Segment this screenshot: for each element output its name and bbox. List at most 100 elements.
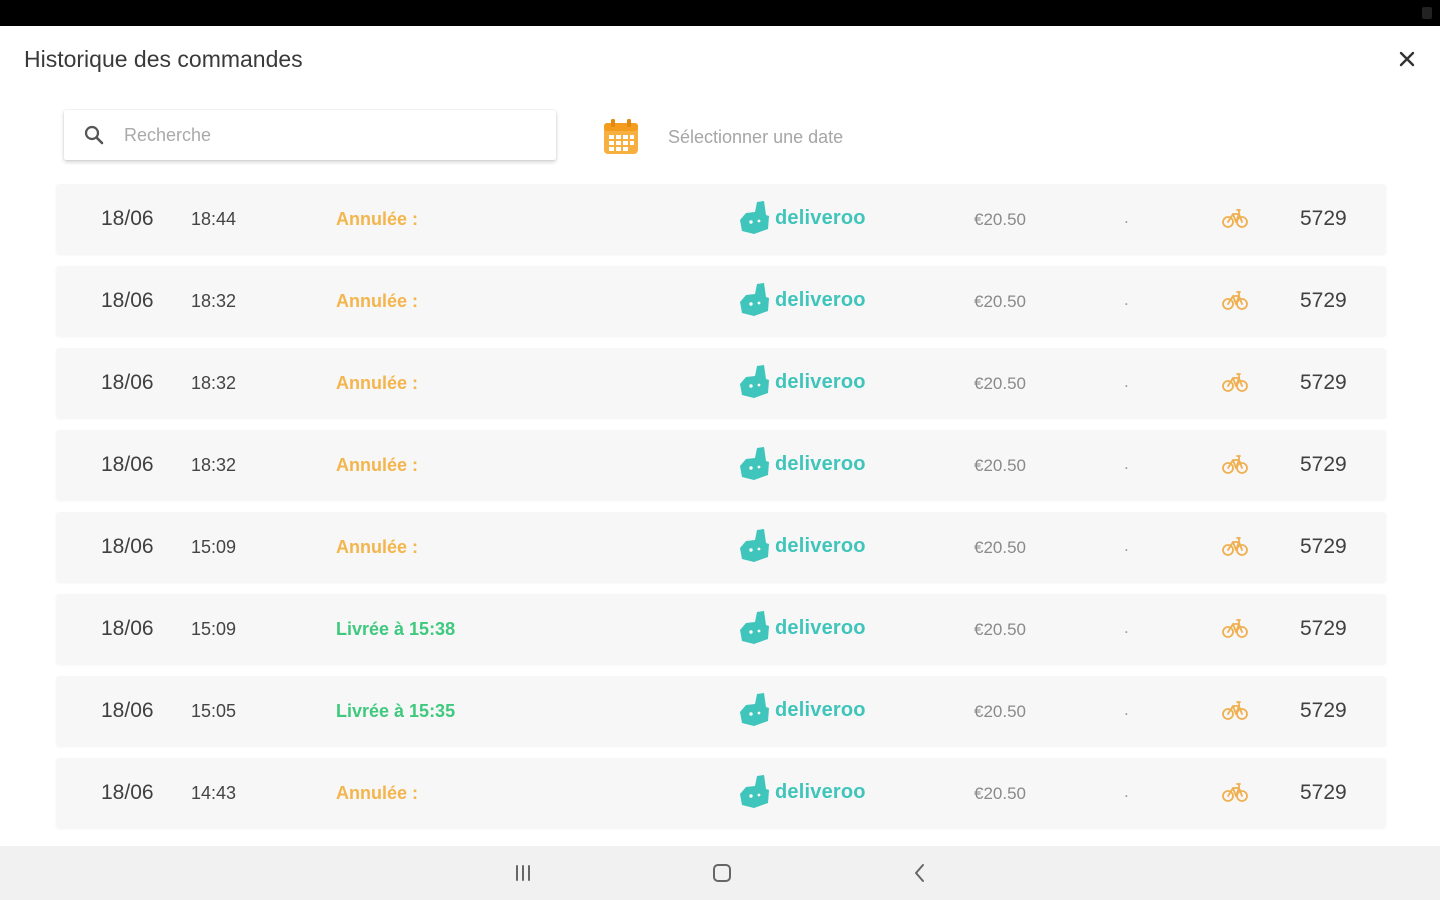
order-row[interactable]: 18/06 18:44 Annulée : deliveroo €20.50 .… — [56, 184, 1386, 254]
provider-logo: deliveroo — [738, 529, 866, 563]
recent-apps-button[interactable] — [508, 858, 538, 888]
order-number: 5729 — [1300, 781, 1347, 804]
order-status: Annulée : — [336, 783, 419, 803]
order-time: 15:09 — [191, 537, 237, 557]
order-time: 15:05 — [191, 701, 237, 721]
order-list: 18/06 18:44 Annulée : deliveroo €20.50 .… — [56, 184, 1386, 840]
deliveroo-icon — [740, 693, 769, 726]
order-status: Annulée : — [336, 291, 419, 311]
back-button[interactable] — [905, 858, 935, 888]
order-number: 5729 — [1300, 535, 1347, 558]
close-button[interactable] — [1392, 44, 1422, 74]
provider-logo: deliveroo — [738, 693, 866, 727]
search-input[interactable] — [124, 110, 544, 160]
order-row[interactable]: 18/06 14:43 Annulée : deliveroo €20.50 .… — [56, 758, 1386, 828]
order-separator: . — [1124, 208, 1129, 227]
deliveroo-icon — [740, 365, 769, 398]
deliveroo-icon — [740, 529, 769, 562]
home-button[interactable] — [707, 858, 737, 888]
order-row[interactable]: 18/06 15:09 Annulée : deliveroo €20.50 .… — [56, 512, 1386, 582]
date-filter-label: Sélectionner une date — [668, 126, 844, 147]
provider-logo: deliveroo — [738, 201, 866, 235]
order-number: 5729 — [1300, 617, 1347, 640]
order-number: 5729 — [1300, 289, 1347, 312]
order-price: €20.50 — [974, 702, 1026, 721]
provider-name: deliveroo — [775, 452, 866, 475]
order-date: 18/06 — [101, 535, 154, 558]
order-number: 5729 — [1300, 453, 1347, 476]
order-date: 18/06 — [101, 371, 154, 394]
order-price: €20.50 — [974, 620, 1026, 639]
bicycle-icon — [1222, 701, 1248, 720]
provider-name: deliveroo — [775, 698, 866, 721]
back-icon — [915, 864, 924, 882]
order-time: 18:32 — [191, 373, 237, 393]
order-separator: . — [1124, 536, 1129, 555]
order-row[interactable]: 18/06 15:05 Livrée à 15:35 deliveroo €20… — [56, 676, 1386, 746]
bicycle-icon — [1222, 209, 1248, 228]
order-number: 5729 — [1300, 207, 1347, 230]
deliveroo-icon — [740, 283, 769, 316]
status-indicator — [1422, 7, 1432, 19]
order-status: Annulée : — [336, 373, 419, 393]
provider-logo: deliveroo — [738, 283, 866, 317]
order-row[interactable]: 18/06 18:32 Annulée : deliveroo €20.50 .… — [56, 430, 1386, 500]
order-date: 18/06 — [101, 289, 154, 312]
order-row[interactable]: 18/06 15:09 Livrée à 15:38 deliveroo €20… — [56, 594, 1386, 664]
bicycle-icon — [1222, 373, 1248, 392]
search-box[interactable] — [64, 110, 556, 160]
order-date: 18/06 — [101, 699, 154, 722]
order-status: Annulée : — [336, 209, 419, 229]
order-time: 14:43 — [191, 783, 237, 803]
deliveroo-icon — [740, 775, 769, 808]
status-bar — [0, 0, 1440, 26]
order-date: 18/06 — [101, 781, 154, 804]
dialog-header: Historique des commandes — [0, 26, 1440, 96]
deliveroo-icon — [740, 611, 769, 644]
order-row[interactable]: 18/06 18:32 Annulée : deliveroo €20.50 .… — [56, 266, 1386, 336]
order-date: 18/06 — [101, 207, 154, 230]
provider-name: deliveroo — [775, 370, 866, 393]
order-separator: . — [1124, 782, 1129, 801]
navigation-bar — [0, 846, 1440, 900]
order-date: 18/06 — [101, 453, 154, 476]
date-picker[interactable]: Sélectionner une date — [602, 116, 843, 158]
order-price: €20.50 — [974, 210, 1026, 229]
order-date: 18/06 — [101, 617, 154, 640]
bicycle-icon — [1222, 455, 1248, 474]
calendar-icon — [604, 119, 638, 154]
home-icon — [713, 864, 731, 882]
order-separator: . — [1124, 700, 1129, 719]
order-separator: . — [1124, 618, 1129, 637]
order-separator: . — [1124, 454, 1129, 473]
provider-name: deliveroo — [775, 206, 866, 229]
bicycle-icon — [1222, 537, 1248, 556]
order-price: €20.50 — [974, 374, 1026, 393]
order-separator: . — [1124, 372, 1129, 391]
order-time: 18:32 — [191, 291, 237, 311]
order-price: €20.50 — [974, 538, 1026, 557]
provider-logo: deliveroo — [738, 775, 866, 809]
provider-logo: deliveroo — [738, 611, 866, 645]
order-number: 5729 — [1300, 699, 1347, 722]
provider-logo: deliveroo — [738, 365, 866, 399]
provider-logo: deliveroo — [738, 447, 866, 481]
order-status: Livrée à 15:38 — [336, 619, 456, 639]
order-time: 15:09 — [191, 619, 237, 639]
order-status: Livrée à 15:35 — [336, 701, 456, 721]
bicycle-icon — [1222, 619, 1248, 638]
recent-apps-icon — [516, 865, 530, 881]
order-price: €20.50 — [974, 456, 1026, 475]
close-icon — [1399, 51, 1415, 67]
order-status: Annulée : — [336, 455, 419, 475]
order-time: 18:32 — [191, 455, 237, 475]
order-price: €20.50 — [974, 292, 1026, 311]
provider-name: deliveroo — [775, 288, 866, 311]
order-number: 5729 — [1300, 371, 1347, 394]
order-row[interactable]: 18/06 18:32 Annulée : deliveroo €20.50 .… — [56, 348, 1386, 418]
deliveroo-icon — [740, 447, 769, 480]
order-price: €20.50 — [974, 784, 1026, 803]
provider-name: deliveroo — [775, 780, 866, 803]
search-icon — [84, 125, 104, 145]
provider-name: deliveroo — [775, 616, 866, 639]
